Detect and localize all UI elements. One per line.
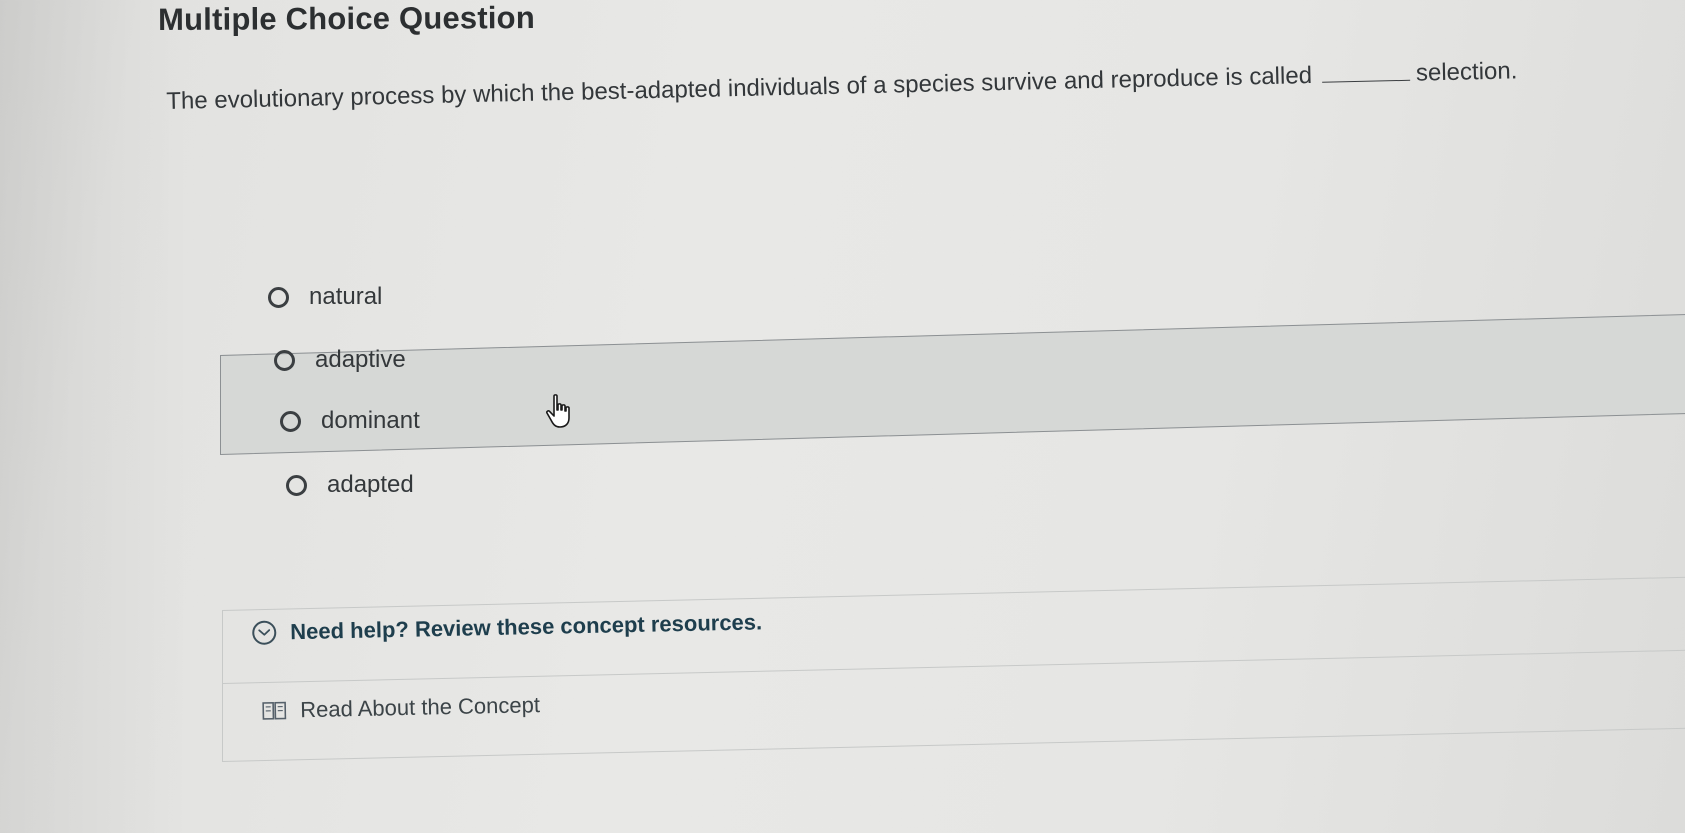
hand-pointer-icon — [546, 394, 570, 428]
option-dominant[interactable]: dominant — [280, 407, 420, 435]
radio-button[interactable] — [286, 474, 307, 496]
option-label: dominant — [321, 407, 420, 434]
option-adaptive[interactable]: adaptive — [274, 346, 406, 374]
book-icon — [262, 701, 287, 720]
radio-button[interactable] — [274, 349, 295, 371]
option-label: adapted — [327, 471, 414, 498]
option-natural[interactable]: natural — [268, 283, 382, 311]
read-about-concept-label: Read About the Concept — [299, 692, 541, 723]
option-label: adaptive — [315, 346, 406, 373]
chevron-down-icon — [258, 629, 271, 636]
option-hover-highlight — [220, 313, 1685, 455]
option-label: natural — [309, 283, 383, 310]
chevron-down-circle-icon[interactable] — [252, 620, 277, 645]
option-adapted[interactable]: adapted — [286, 471, 414, 499]
radio-button[interactable] — [280, 410, 301, 432]
radio-button[interactable] — [268, 286, 289, 308]
help-divider — [223, 649, 1685, 684]
